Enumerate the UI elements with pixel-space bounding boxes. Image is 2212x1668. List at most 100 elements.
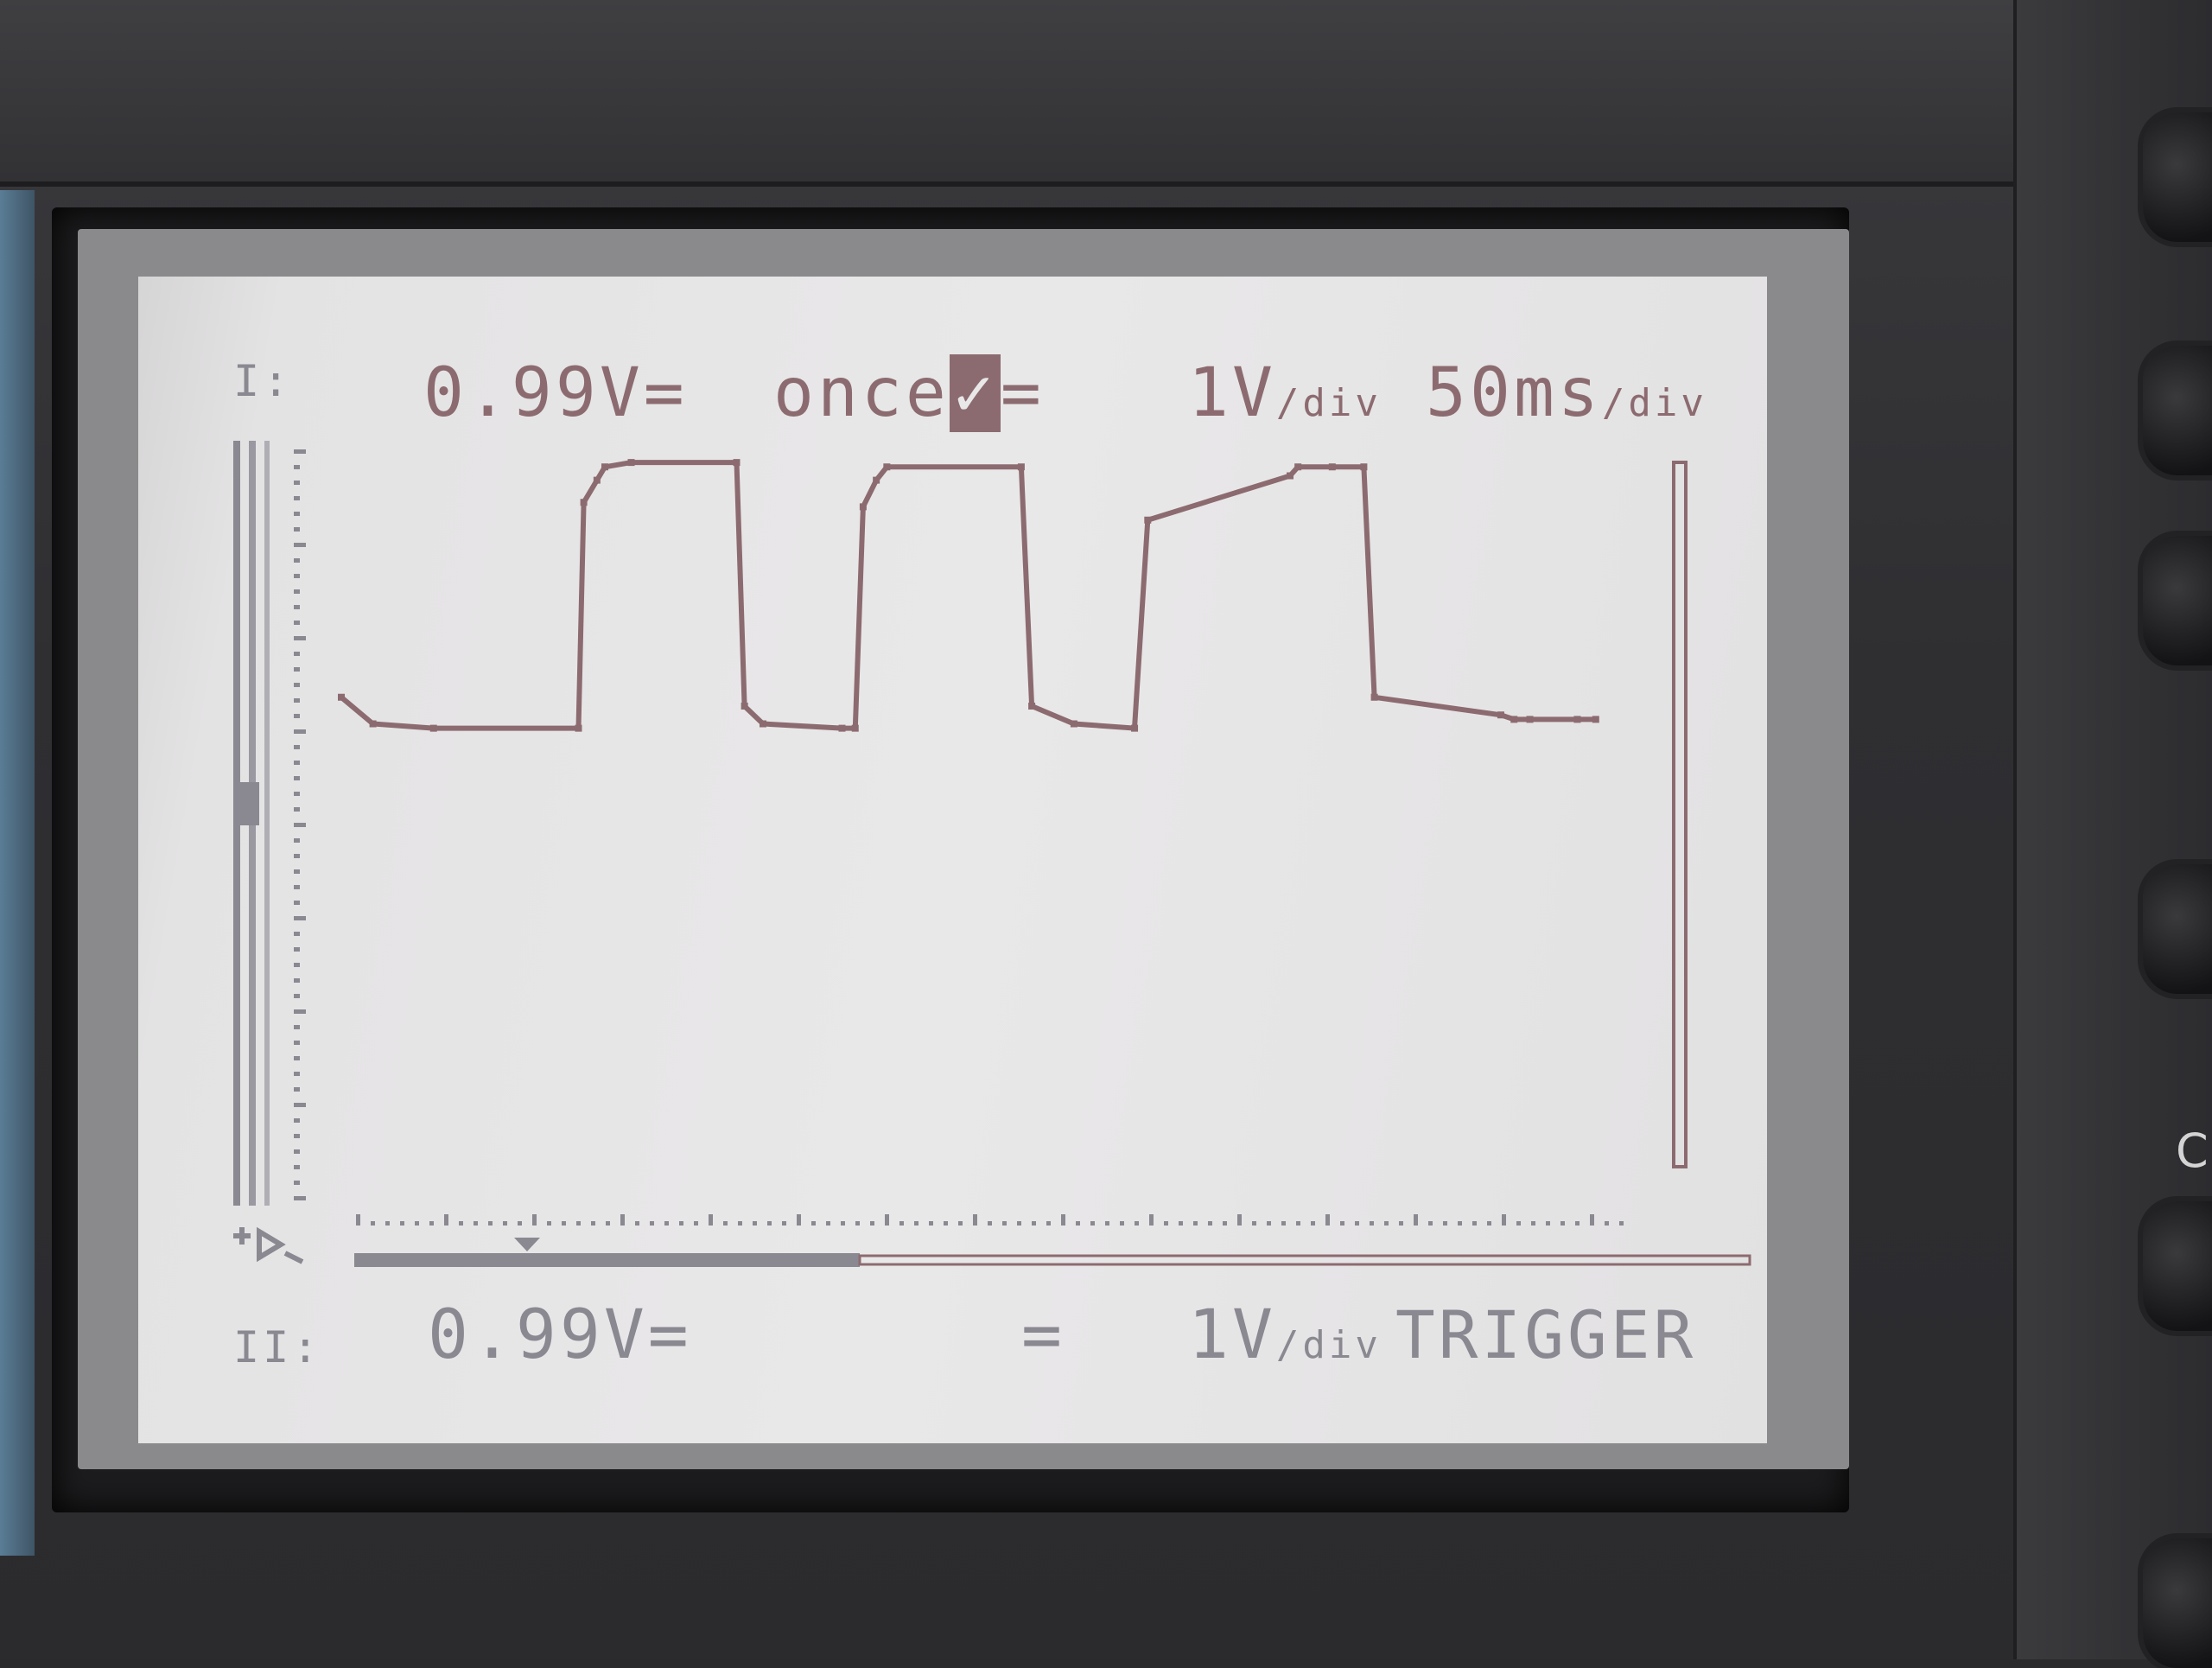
waveform-point xyxy=(1592,716,1599,723)
ruler-dot xyxy=(1531,1221,1535,1226)
side-button-5[interactable] xyxy=(2143,1201,2212,1331)
waveform-point xyxy=(1510,716,1518,723)
ruler-dot xyxy=(973,1214,977,1226)
ruler-dot xyxy=(709,1214,713,1226)
side-button-3[interactable] xyxy=(2143,536,2212,665)
bezel-top-ridge xyxy=(0,0,2013,187)
ruler-dot xyxy=(797,1214,801,1226)
side-button-1[interactable] xyxy=(2143,112,2212,242)
ruler-dot xyxy=(1076,1221,1080,1226)
ruler-dot xyxy=(1135,1221,1139,1226)
scale-tick xyxy=(294,1009,306,1014)
scale-tick xyxy=(294,714,300,718)
scale-tick xyxy=(294,1103,306,1107)
ruler-dot xyxy=(444,1214,448,1226)
ruler-dot xyxy=(885,1214,889,1226)
ruler-dot xyxy=(1164,1221,1168,1226)
ruler-dot xyxy=(1516,1221,1521,1226)
ruler-dot xyxy=(826,1221,830,1226)
waveform-point xyxy=(1526,716,1534,723)
ruler-dot xyxy=(1208,1221,1212,1226)
ruler-dot xyxy=(767,1221,772,1226)
scale-tick xyxy=(294,823,306,827)
ruler-dot xyxy=(914,1221,918,1226)
ruler-dot xyxy=(1340,1221,1344,1226)
side-panel xyxy=(2013,0,2212,1659)
ruler-dot xyxy=(1017,1221,1021,1226)
ruler-dot xyxy=(1502,1214,1506,1226)
ruler-dot xyxy=(1281,1221,1286,1226)
ruler-dot xyxy=(753,1221,757,1226)
ruler-dot xyxy=(664,1221,669,1226)
waveform-point xyxy=(429,724,437,732)
waveform-point xyxy=(1328,463,1336,471)
scale-tick xyxy=(294,574,300,578)
scale-tick xyxy=(294,1056,300,1060)
scale-tick xyxy=(294,792,300,796)
waveform-point xyxy=(851,724,859,732)
waveform-point xyxy=(627,459,635,467)
lcd-display: I: 0.99V= once✓= 1V/div 50ms/div II: 0.9… xyxy=(138,277,1767,1443)
scale-tick xyxy=(294,838,300,843)
ruler-dot xyxy=(1487,1221,1491,1226)
scale-tick xyxy=(294,465,300,469)
ruler-dot xyxy=(474,1221,478,1226)
ruler-dot xyxy=(1575,1221,1580,1226)
ruler-dot xyxy=(459,1221,463,1226)
ruler-dot xyxy=(650,1221,654,1226)
ruler-dot xyxy=(1619,1221,1624,1226)
ruler-dot xyxy=(1105,1221,1109,1226)
scale-tick xyxy=(294,652,300,656)
scale-tick xyxy=(294,869,300,874)
scale-tick xyxy=(294,1087,300,1092)
scale-tick xyxy=(294,558,300,563)
waveform-point xyxy=(1131,724,1139,732)
waveform-point xyxy=(580,499,588,506)
ruler-dot xyxy=(782,1221,786,1226)
side-button-2[interactable] xyxy=(2143,346,2212,475)
ruler-dot xyxy=(371,1221,375,1226)
scale-tick xyxy=(294,901,300,905)
scope-plot xyxy=(233,441,1751,1267)
ruler-dot xyxy=(591,1221,595,1226)
side-button-4[interactable] xyxy=(2143,864,2212,994)
ruler-dot xyxy=(988,1221,992,1226)
scale-tick xyxy=(294,1134,300,1138)
scale-tick xyxy=(294,496,300,500)
ruler-dot xyxy=(576,1221,581,1226)
ruler-dot xyxy=(1296,1221,1300,1226)
scale-tick xyxy=(294,916,306,920)
scale-tick xyxy=(294,449,306,454)
scale-tick xyxy=(294,947,300,952)
scale-tick xyxy=(294,1181,300,1185)
ruler-dot xyxy=(899,1221,904,1226)
scale-tick xyxy=(294,994,300,998)
waveform-point xyxy=(1360,463,1368,471)
side-button-6[interactable] xyxy=(2143,1538,2212,1668)
ruler-dot xyxy=(1370,1221,1374,1226)
ruler-dot xyxy=(1546,1221,1550,1226)
scale-tick xyxy=(294,1118,300,1123)
ruler-dot xyxy=(606,1221,610,1226)
waveform-point xyxy=(1370,693,1378,701)
waveform-point xyxy=(1028,703,1036,710)
scale-tick xyxy=(294,481,300,485)
ruler-dot xyxy=(855,1221,860,1226)
scale-tick xyxy=(294,807,300,812)
scale-tick xyxy=(294,667,300,672)
ruler-dot xyxy=(488,1221,493,1226)
waveform-point xyxy=(760,720,766,728)
ruler-dot xyxy=(1428,1221,1433,1226)
ruler-dot xyxy=(1472,1221,1477,1226)
scale-tick xyxy=(294,589,300,594)
waveform-point xyxy=(1573,716,1581,723)
waveform-point xyxy=(838,724,846,732)
waveform-point xyxy=(593,476,601,484)
ruler-dot xyxy=(1311,1221,1315,1226)
ruler-dot xyxy=(811,1221,816,1226)
ruler-dot xyxy=(1325,1214,1330,1226)
ruler-dot xyxy=(1384,1221,1389,1226)
scale-tick xyxy=(294,636,306,640)
scale-tick xyxy=(294,1041,300,1045)
waveform-series-0 xyxy=(340,460,1596,731)
